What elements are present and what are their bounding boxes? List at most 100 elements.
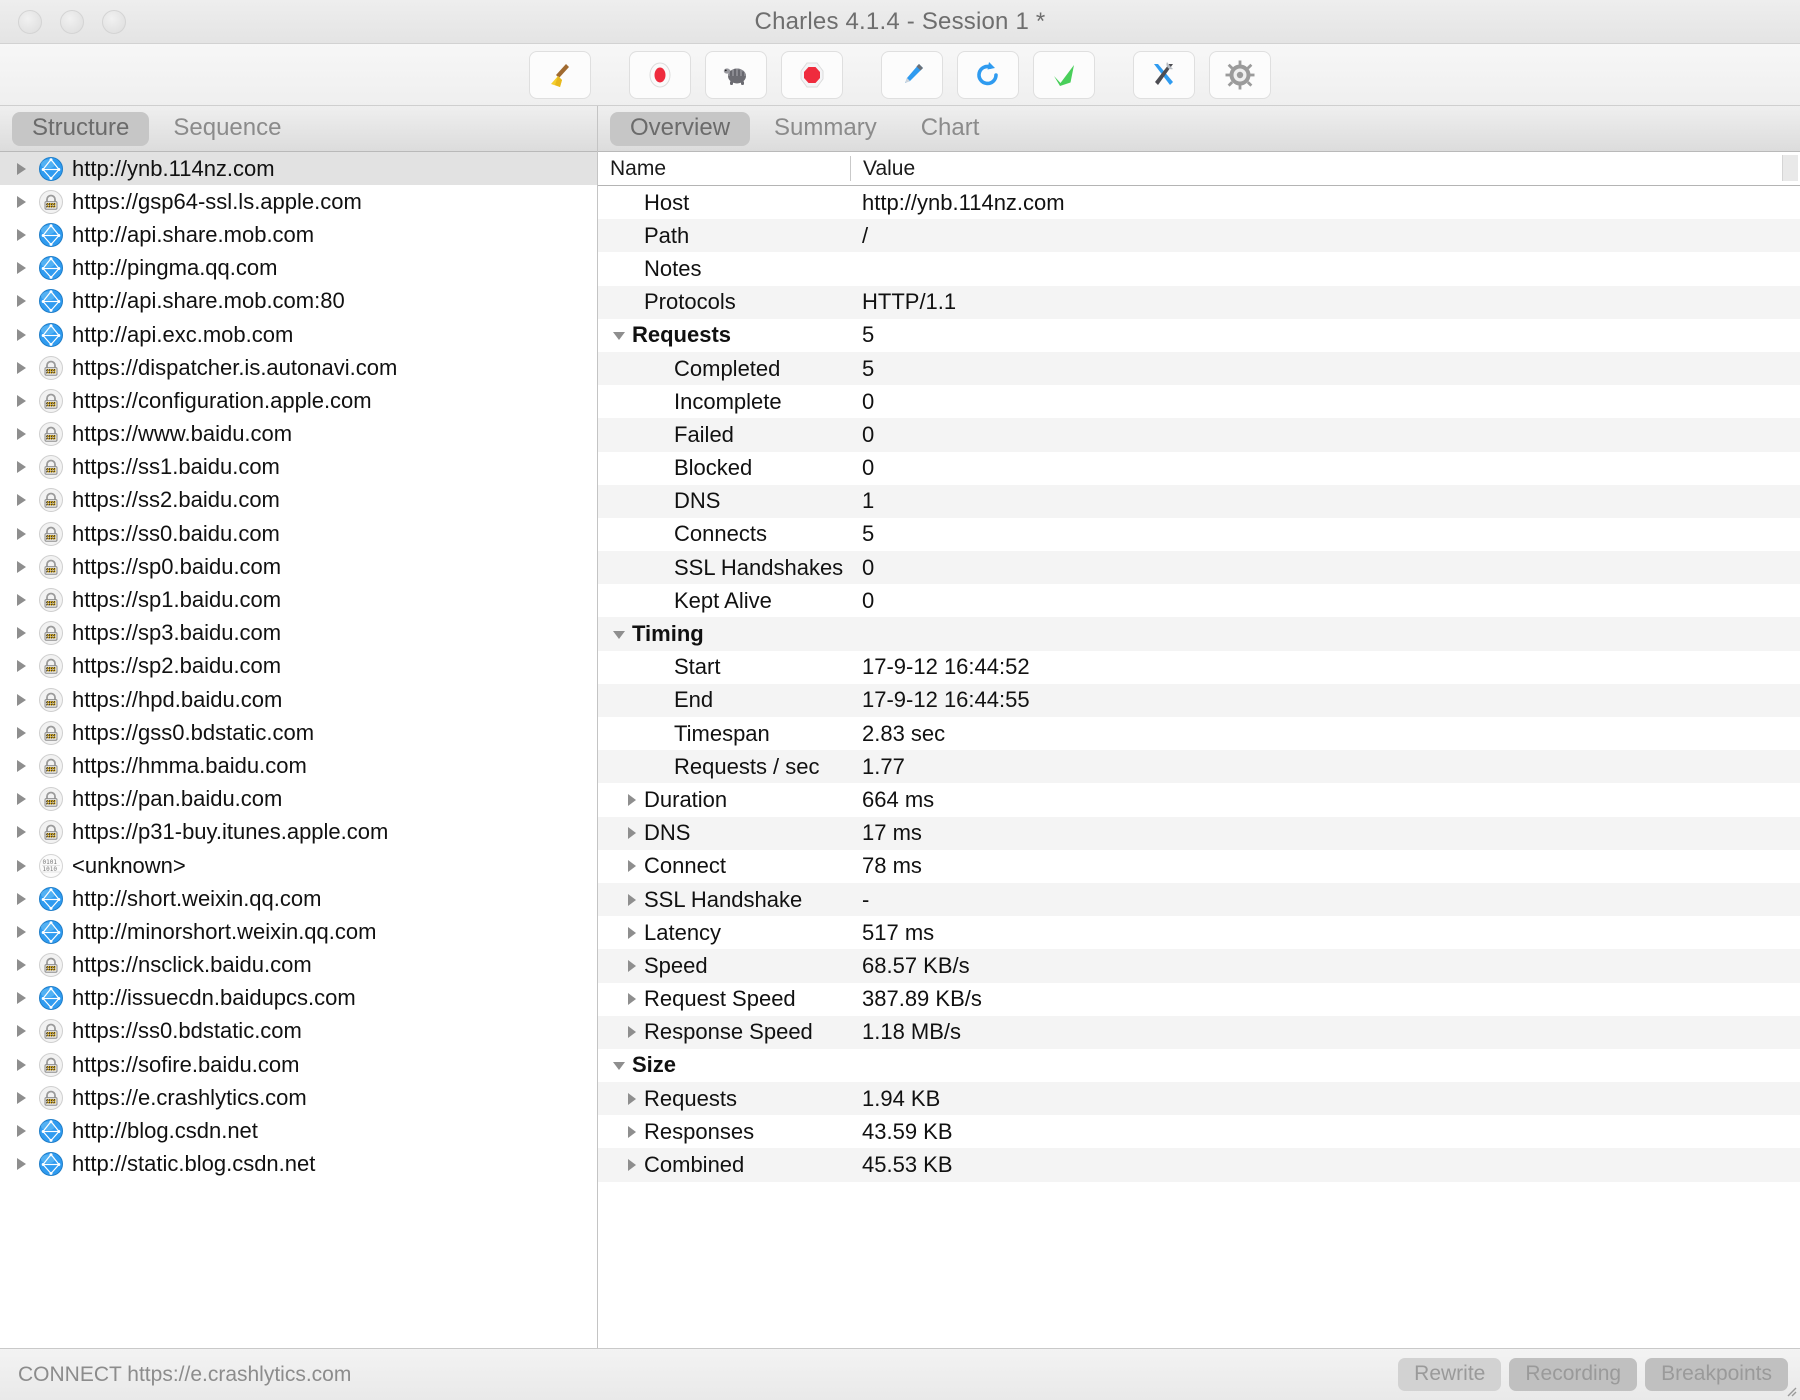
- collapse-triangle-icon[interactable]: [606, 626, 632, 642]
- detail-row[interactable]: SSL Handshakes 0: [598, 551, 1800, 585]
- detail-row[interactable]: Host http://ynb.114nz.com: [598, 186, 1800, 220]
- disclosure-triangle-icon[interactable]: [8, 459, 34, 475]
- detail-row[interactable]: Speed 68.57 KB/s: [598, 949, 1800, 983]
- tree-row[interactable]: https://sp1.baidu.com: [0, 583, 597, 616]
- detail-row[interactable]: Incomplete 0: [598, 385, 1800, 419]
- detail-row[interactable]: Requests / sec 1.77: [598, 750, 1800, 784]
- disclosure-triangle-icon[interactable]: [8, 824, 34, 840]
- start-recording-button[interactable]: [629, 50, 691, 99]
- settings-button[interactable]: [1209, 50, 1271, 99]
- detail-row[interactable]: Requests 1.94 KB: [598, 1082, 1800, 1116]
- resize-grip-icon[interactable]: [1783, 1383, 1797, 1397]
- tab-overview[interactable]: Overview: [610, 111, 751, 146]
- tree-row[interactable]: https://hpd.baidu.com: [0, 683, 597, 716]
- tab-chart[interactable]: Chart: [901, 112, 1000, 146]
- disclosure-triangle-icon[interactable]: [8, 360, 34, 376]
- disclosure-triangle-icon[interactable]: [8, 990, 34, 1006]
- tree-row[interactable]: https://configuration.apple.com: [0, 384, 597, 417]
- breakpoints-toggle[interactable]: Breakpoints: [1645, 1358, 1788, 1391]
- tree-row[interactable]: https://e.crashlytics.com: [0, 1081, 597, 1114]
- expand-triangle-icon[interactable]: [618, 925, 644, 941]
- disclosure-triangle-icon[interactable]: [8, 1123, 34, 1139]
- detail-row[interactable]: Protocols HTTP/1.1: [598, 285, 1800, 319]
- disclosure-triangle-icon[interactable]: [8, 1156, 34, 1172]
- expand-triangle-icon[interactable]: [618, 825, 644, 841]
- tools-button[interactable]: [1133, 50, 1195, 99]
- disclosure-triangle-icon[interactable]: [8, 426, 34, 442]
- disclosure-triangle-icon[interactable]: [8, 692, 34, 708]
- tree-row[interactable]: https://gsp64-ssl.ls.apple.com: [0, 185, 597, 218]
- tree-row[interactable]: https://sp2.baidu.com: [0, 650, 597, 683]
- disclosure-triangle-icon[interactable]: [8, 924, 34, 940]
- detail-row[interactable]: Connects 5: [598, 517, 1800, 552]
- tree-row[interactable]: https://sp0.baidu.com: [0, 550, 597, 583]
- disclosure-triangle-icon[interactable]: [8, 1090, 34, 1106]
- expand-triangle-icon[interactable]: [618, 892, 644, 908]
- expand-triangle-icon[interactable]: [618, 1157, 644, 1173]
- compose-button[interactable]: [881, 50, 943, 99]
- disclosure-triangle-icon[interactable]: [8, 791, 34, 807]
- disclosure-triangle-icon[interactable]: [8, 161, 34, 177]
- clear-session-button[interactable]: [529, 50, 591, 99]
- detail-row[interactable]: Requests 5: [598, 318, 1800, 352]
- disclosure-triangle-icon[interactable]: [8, 858, 34, 874]
- tree-row[interactable]: https://dispatcher.is.autonavi.com: [0, 351, 597, 384]
- rewrite-toggle[interactable]: Rewrite: [1398, 1358, 1502, 1391]
- disclosure-triangle-icon[interactable]: [8, 492, 34, 508]
- detail-row[interactable]: SSL Handshake -: [598, 882, 1800, 917]
- detail-row[interactable]: Start 17-9-12 16:44:52: [598, 650, 1800, 684]
- disclosure-triangle-icon[interactable]: [8, 194, 34, 210]
- detail-row[interactable]: Blocked 0: [598, 451, 1800, 485]
- detail-row[interactable]: End 17-9-12 16:44:55: [598, 683, 1800, 717]
- column-header-name[interactable]: Name: [598, 157, 850, 181]
- tree-row[interactable]: http://minorshort.weixin.qq.com: [0, 915, 597, 948]
- collapse-triangle-icon[interactable]: [606, 327, 632, 343]
- detail-row[interactable]: Notes: [598, 252, 1800, 286]
- tree-row[interactable]: http://issuecdn.baidupcs.com: [0, 982, 597, 1015]
- disclosure-triangle-icon[interactable]: [8, 393, 34, 409]
- tree-row[interactable]: https://www.baidu.com: [0, 418, 597, 451]
- tree-row[interactable]: https://gss0.bdstatic.com: [0, 716, 597, 749]
- tree-row[interactable]: https://nsclick.baidu.com: [0, 949, 597, 982]
- disclosure-triangle-icon[interactable]: [8, 758, 34, 774]
- detail-row[interactable]: Timing: [598, 617, 1800, 651]
- disclosure-triangle-icon[interactable]: [8, 559, 34, 575]
- host-tree[interactable]: http://ynb.114nz.com https://gsp64-ssl.ls…: [0, 152, 597, 1348]
- stop-button[interactable]: [781, 50, 843, 99]
- detail-row[interactable]: DNS 17 ms: [598, 816, 1800, 850]
- expand-triangle-icon[interactable]: [618, 1024, 644, 1040]
- detail-row[interactable]: Size: [598, 1048, 1800, 1083]
- disclosure-triangle-icon[interactable]: [8, 1057, 34, 1073]
- detail-table-body[interactable]: Host http://ynb.114nz.com Path / Notes Protoc…: [598, 186, 1800, 1348]
- disclosure-triangle-icon[interactable]: [8, 1023, 34, 1039]
- tree-row[interactable]: https://p31-buy.itunes.apple.com: [0, 816, 597, 849]
- tree-row[interactable]: http://api.share.mob.com:80: [0, 285, 597, 318]
- collapse-triangle-icon[interactable]: [606, 1057, 632, 1073]
- tree-row[interactable]: http://static.blog.csdn.net: [0, 1148, 597, 1181]
- detail-row[interactable]: Latency 517 ms: [598, 916, 1800, 950]
- tree-row[interactable]: https://sofire.baidu.com: [0, 1048, 597, 1081]
- expand-triangle-icon[interactable]: [618, 858, 644, 874]
- tab-sequence[interactable]: Sequence: [153, 112, 301, 146]
- throttle-button[interactable]: [705, 50, 767, 99]
- expand-triangle-icon[interactable]: [618, 1124, 644, 1140]
- vertical-scrollbar[interactable]: [1782, 155, 1798, 181]
- detail-row[interactable]: Response Speed 1.18 MB/s: [598, 1015, 1800, 1049]
- tree-row[interactable]: http://api.share.mob.com: [0, 218, 597, 251]
- tree-row[interactable]: http://pingma.qq.com: [0, 252, 597, 285]
- disclosure-triangle-icon[interactable]: [8, 260, 34, 276]
- recording-toggle[interactable]: Recording: [1509, 1358, 1638, 1391]
- tree-row[interactable]: https://ss0.baidu.com: [0, 517, 597, 550]
- detail-row[interactable]: Completed 5: [598, 351, 1800, 386]
- expand-triangle-icon[interactable]: [618, 1091, 644, 1107]
- tree-row[interactable]: https://sp3.baidu.com: [0, 617, 597, 650]
- tree-row[interactable]: https://ss0.bdstatic.com: [0, 1015, 597, 1048]
- tree-row[interactable]: https://ss1.baidu.com: [0, 451, 597, 484]
- tab-summary[interactable]: Summary: [754, 112, 897, 146]
- disclosure-triangle-icon[interactable]: [8, 526, 34, 542]
- disclosure-triangle-icon[interactable]: [8, 957, 34, 973]
- expand-triangle-icon[interactable]: [618, 792, 644, 808]
- validate-button[interactable]: [1033, 50, 1095, 99]
- disclosure-triangle-icon[interactable]: [8, 625, 34, 641]
- disclosure-triangle-icon[interactable]: [8, 327, 34, 343]
